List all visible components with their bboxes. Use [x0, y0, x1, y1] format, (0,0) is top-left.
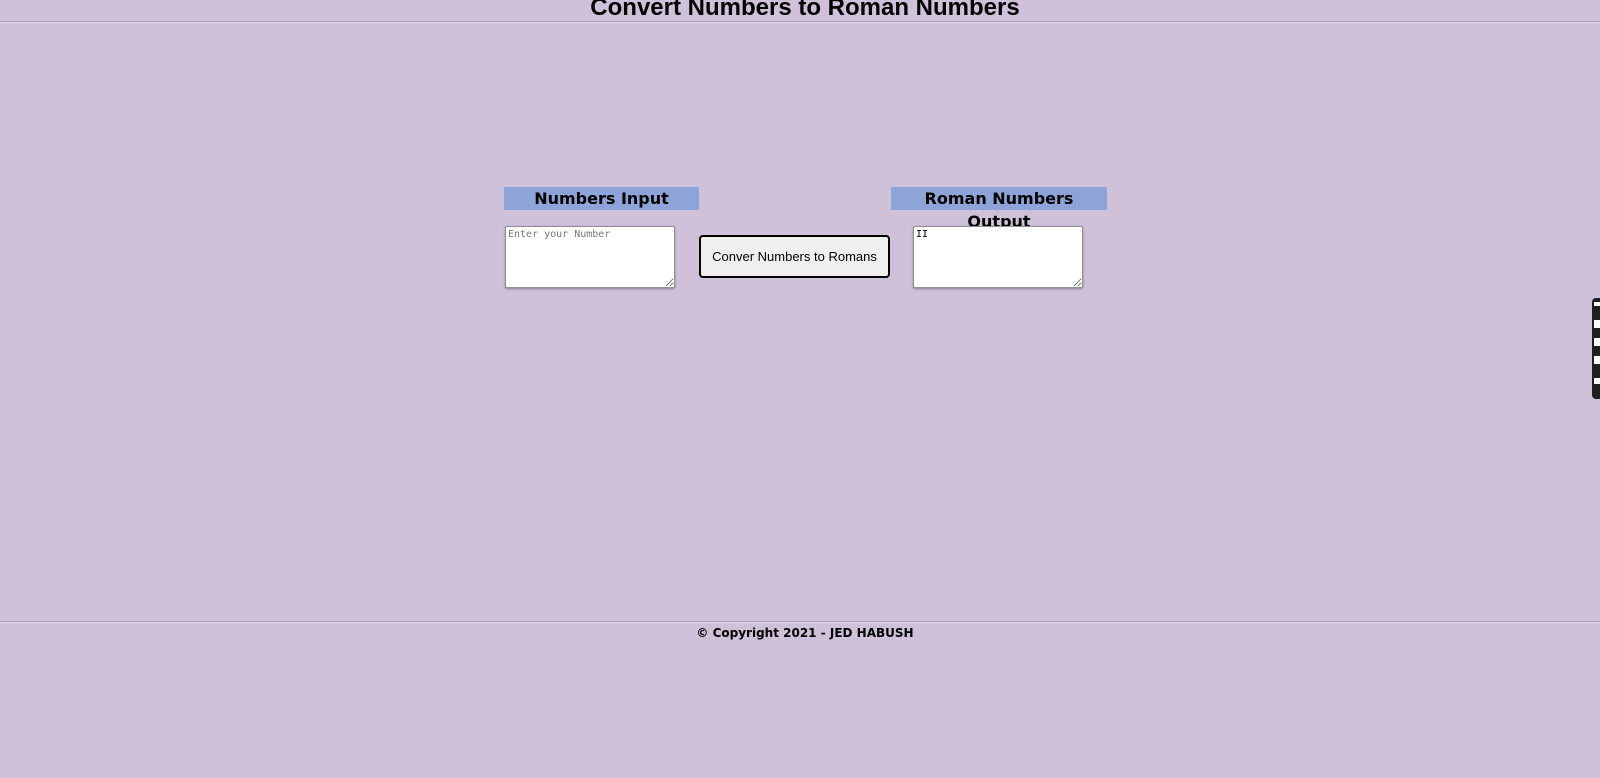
numbers-input-label: Numbers Input — [504, 187, 699, 210]
floating-toolbar-icon[interactable] — [1592, 298, 1600, 399]
roman-output-field[interactable]: II — [913, 226, 1083, 288]
toolbar-item-icon[interactable] — [1594, 302, 1600, 306]
toolbar-item-icon[interactable] — [1594, 338, 1600, 346]
toolbar-item-icon[interactable] — [1594, 356, 1600, 364]
toolbar-item-icon[interactable] — [1594, 320, 1600, 328]
numbers-input-field[interactable] — [505, 226, 675, 288]
header-divider — [0, 21, 1600, 23]
roman-output-label: Roman Numbers Output — [891, 187, 1107, 231]
page: Convert Numbers to Roman Numbers Numbers… — [0, 0, 1600, 778]
footer-copyright: © Copyright 2021 - JED HABUSH — [696, 626, 914, 640]
convert-button[interactable]: Conver Numbers to Romans — [699, 235, 890, 278]
toolbar-item-icon[interactable] — [1594, 378, 1600, 384]
footer-divider — [0, 621, 1600, 623]
